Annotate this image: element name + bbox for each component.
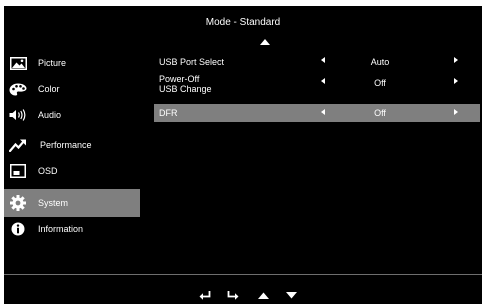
sidebar-item-system[interactable]: System bbox=[4, 189, 140, 217]
sidebar-item-label: Performance bbox=[40, 140, 92, 150]
arrow-right-icon[interactable] bbox=[454, 78, 458, 84]
setting-value: Off bbox=[374, 108, 386, 118]
sidebar-item-information[interactable]: Information bbox=[4, 215, 140, 243]
setting-value: Auto bbox=[370, 57, 390, 67]
page-title: Mode - Standard bbox=[205, 17, 281, 28]
sidebar-item-picture[interactable]: Picture bbox=[4, 49, 140, 77]
sidebar-item-audio[interactable]: Audio bbox=[4, 101, 140, 129]
sidebar-item-performance[interactable]: Performance bbox=[4, 131, 140, 159]
setting-label-line-2: USB Change bbox=[159, 84, 212, 94]
arrow-left-icon[interactable] bbox=[321, 109, 325, 115]
sidebar-item-label: Information bbox=[38, 224, 84, 234]
sidebar-item-label: Audio bbox=[38, 110, 62, 120]
arrow-right-icon[interactable] bbox=[454, 57, 458, 63]
osd-window-icon bbox=[9, 163, 27, 179]
arrow-left-icon[interactable] bbox=[321, 78, 325, 84]
setting-row-dfr[interactable]: DFR Off bbox=[154, 104, 480, 122]
trend-icon bbox=[9, 137, 27, 153]
footer-divider bbox=[4, 274, 482, 275]
down-arrow-icon[interactable] bbox=[284, 289, 298, 301]
sidebar-item-color[interactable]: Color bbox=[4, 75, 140, 103]
up-arrow-icon[interactable] bbox=[256, 289, 270, 301]
setting-label: USB Port Select bbox=[159, 57, 225, 67]
arrow-left-icon[interactable] bbox=[321, 57, 325, 63]
picture-icon bbox=[9, 55, 27, 71]
speaker-icon bbox=[9, 107, 27, 123]
gear-icon bbox=[9, 195, 27, 211]
sidebar-item-osd[interactable]: OSD bbox=[4, 157, 140, 185]
setting-row-power-off-usb-change[interactable]: Power-Off USB Change Off bbox=[154, 71, 480, 101]
sidebar-item-label: OSD bbox=[38, 166, 58, 176]
info-icon bbox=[9, 221, 27, 237]
palette-icon bbox=[9, 81, 27, 97]
arrow-right-icon[interactable] bbox=[454, 109, 458, 115]
sidebar-item-label: System bbox=[38, 198, 69, 208]
enter-icon[interactable] bbox=[226, 289, 240, 301]
setting-label: DFR bbox=[159, 108, 178, 118]
osd-menu: Mode - Standard Picture Color Audio Perf… bbox=[4, 6, 482, 304]
setting-value: Off bbox=[374, 78, 386, 88]
sidebar-item-label: Color bbox=[38, 84, 60, 94]
setting-label-line-1: Power-Off bbox=[159, 74, 200, 84]
setting-row-usb-port-select[interactable]: USB Port Select Auto bbox=[154, 51, 480, 71]
sidebar-item-label: Picture bbox=[38, 58, 67, 68]
scroll-up-icon[interactable] bbox=[260, 39, 270, 45]
return-icon[interactable] bbox=[198, 289, 212, 301]
